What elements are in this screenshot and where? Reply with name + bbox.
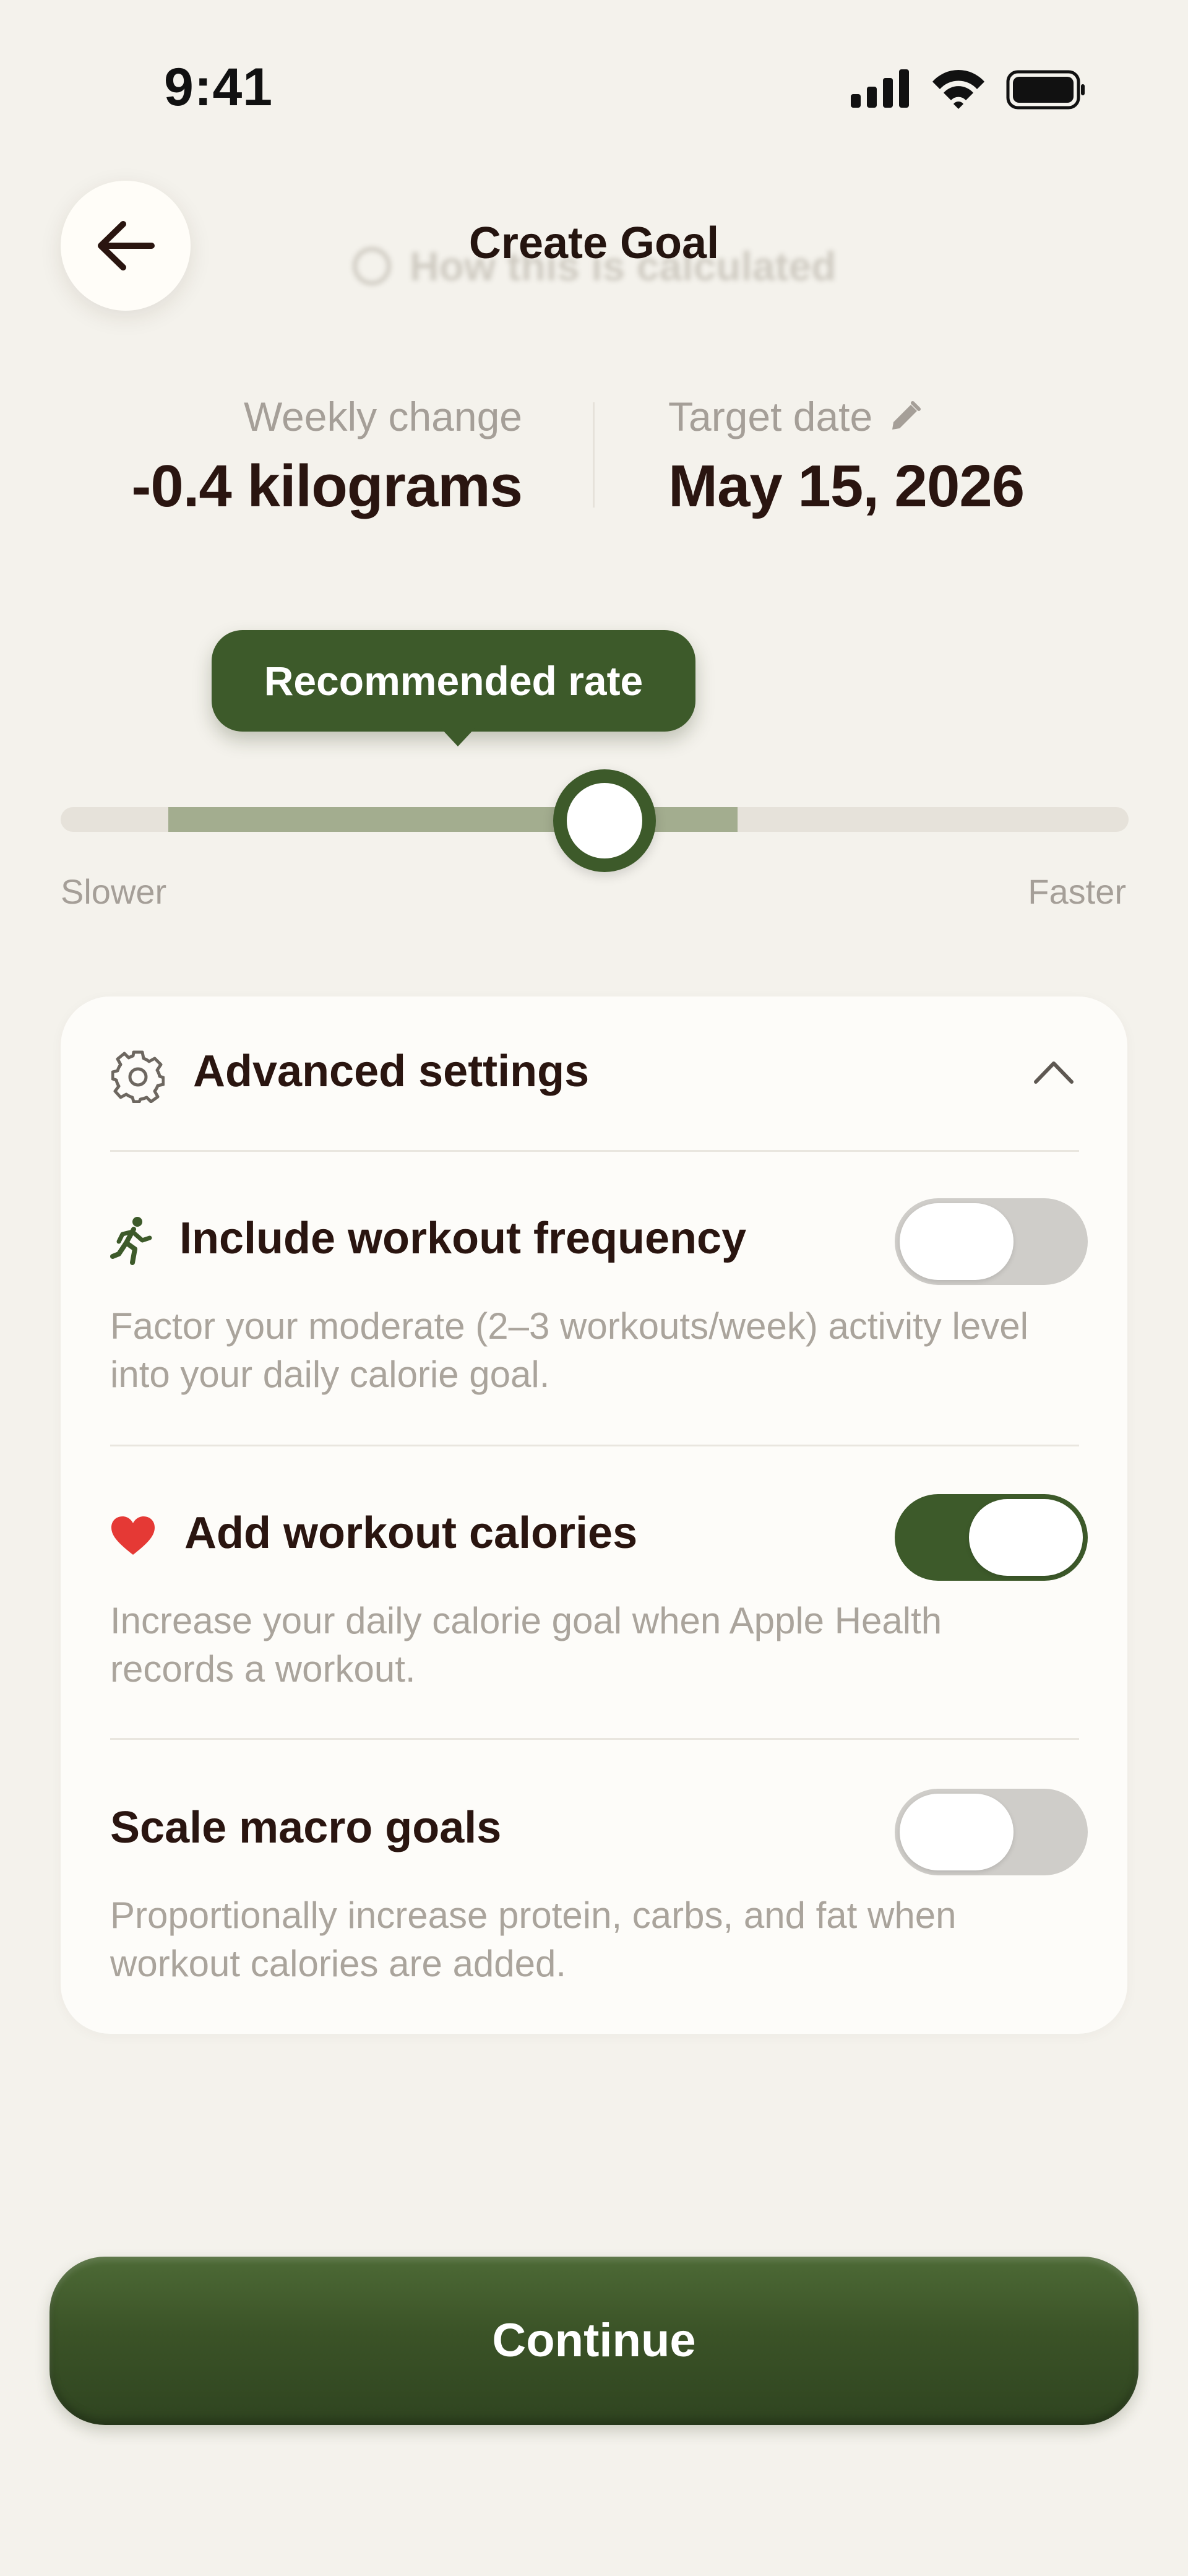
- divider: [110, 1738, 1079, 1740]
- weekly-change-label: Weekly change: [243, 394, 522, 439]
- include-workout-frequency-toggle[interactable]: [895, 1198, 1088, 1285]
- rate-slider-thumb[interactable]: [553, 769, 656, 872]
- weekly-change-stat: Weekly change -0.4 kilograms: [118, 387, 523, 527]
- advanced-settings-title: Advanced settings: [193, 1047, 590, 1096]
- faster-label: Faster: [1028, 872, 1126, 911]
- advanced-settings-card: Advanced settings Include workout freque…: [61, 996, 1127, 2034]
- chevron-up-icon[interactable]: [1032, 1056, 1075, 1087]
- divider: [110, 1150, 1079, 1152]
- target-date-value: May 15, 2026: [668, 453, 1025, 519]
- slower-label: Slower: [61, 872, 167, 911]
- create-goal-screen: 9:41 How this is calculated Create Goal …: [0, 0, 1188, 2576]
- target-date-stat[interactable]: Target date May 15, 2026: [668, 387, 1101, 527]
- add-workout-calories-toggle[interactable]: [895, 1494, 1088, 1581]
- toggle-knob: [900, 1203, 1014, 1280]
- target-date-label: Target date: [668, 394, 873, 439]
- signal-icon: [851, 69, 909, 108]
- gear-icon: [111, 1050, 165, 1103]
- include-workout-frequency-title: Include workout frequency: [179, 1214, 747, 1263]
- toggle-knob: [900, 1794, 1014, 1870]
- wifi-icon: [932, 70, 984, 109]
- tooltip-arrow: [441, 728, 475, 746]
- status-icons: [851, 69, 1085, 110]
- running-person-icon: [110, 1217, 152, 1265]
- recommended-rate-tooltip: Recommended rate: [212, 630, 695, 732]
- include-workout-frequency-description: Factor your moderate (2–3 workouts/week)…: [110, 1305, 1028, 1395]
- stats-divider: [593, 402, 595, 508]
- target-date-label-row: Target date: [668, 387, 1101, 446]
- continue-button[interactable]: Continue: [50, 2257, 1138, 2425]
- battery-icon: [1006, 70, 1085, 110]
- add-workout-calories-description: Increase your daily calorie goal when Ap…: [110, 1600, 942, 1690]
- advanced-settings-header[interactable]: Advanced settings: [61, 996, 1127, 1151]
- toggle-knob: [969, 1499, 1083, 1576]
- scale-macro-goals-description: Proportionally increase protein, carbs, …: [110, 1895, 957, 1984]
- page-title: Create Goal: [468, 218, 720, 268]
- heart-icon: [111, 1516, 155, 1555]
- add-workout-calories-title: Add workout calories: [184, 1508, 638, 1558]
- scale-macro-goals-title: Scale macro goals: [110, 1803, 502, 1852]
- divider: [110, 1445, 1079, 1446]
- weekly-change-value: -0.4 kilograms: [131, 453, 523, 519]
- status-bar: 9:41: [0, 0, 1188, 161]
- status-time: 9:41: [164, 58, 273, 117]
- pencil-icon[interactable]: [887, 400, 922, 434]
- scale-macro-goals-toggle[interactable]: [895, 1789, 1088, 1875]
